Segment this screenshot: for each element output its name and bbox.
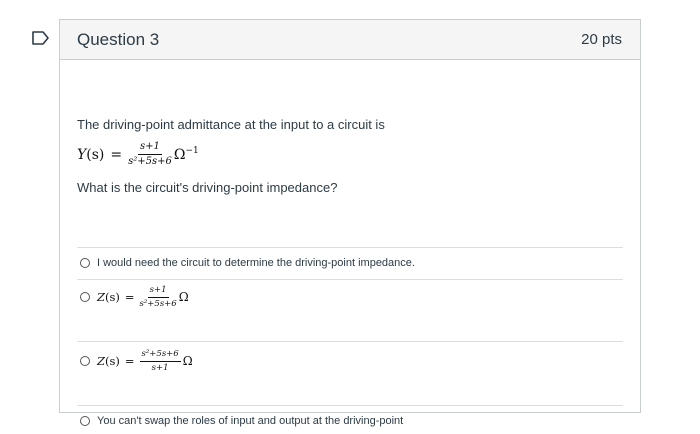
formula-unit-exponent: −1 xyxy=(185,146,199,156)
answer-text: You can't swap the roles of input and ou… xyxy=(97,415,404,427)
answer-option[interactable]: Z(s) = s²+5s+6 s+1 Ω xyxy=(80,350,193,372)
formula-denominator: s²+5s+6 xyxy=(128,156,172,167)
answer-divider xyxy=(77,341,623,342)
question-followup: What is the circuit's driving-point impe… xyxy=(77,180,338,195)
answer-formula-arg: (s) xyxy=(105,290,120,304)
answer-formula-equals: = xyxy=(124,354,135,368)
answer-formula-equals: = xyxy=(124,290,135,304)
answer-formula-lhs: Z(s) xyxy=(97,290,120,304)
answer-formula-var: Z xyxy=(97,290,105,304)
admittance-formula: Y(s) = s+1 s²+5s+6 Ω−1 xyxy=(77,142,199,167)
radio-unchecked-icon[interactable] xyxy=(80,356,90,366)
question-header: Question 3 20 pts xyxy=(60,20,640,60)
formula-equals: = xyxy=(110,146,123,163)
flag-bookmark-icon[interactable] xyxy=(32,31,50,45)
formula-unit: Ω−1 xyxy=(174,146,199,163)
question-title: Question 3 xyxy=(77,29,160,49)
answer-divider xyxy=(77,405,623,406)
answer-option[interactable]: You can't swap the roles of input and ou… xyxy=(80,415,403,427)
question-prompt: The driving-point admittance at the inpu… xyxy=(77,117,385,132)
answer-formula-fraction: s²+5s+6 s+1 xyxy=(139,350,181,373)
answer-text: I would need the circuit to determine th… xyxy=(97,257,415,269)
answer-option[interactable]: Z(s) = s+1 s²+5s+6 Ω xyxy=(80,286,189,308)
answer-formula-var: Z xyxy=(97,354,105,368)
answer-formula-unit: Ω xyxy=(178,290,189,304)
answer-formula-unit: Ω xyxy=(182,354,193,368)
formula-lhs-var: Y xyxy=(77,146,87,163)
formula-fraction: s+1 s²+5s+6 xyxy=(128,142,172,167)
answer-formula-arg: (s) xyxy=(105,354,120,368)
answer-formula-numerator: s²+5s+6 xyxy=(139,350,181,362)
radio-unchecked-icon[interactable] xyxy=(80,416,90,426)
radio-unchecked-icon[interactable] xyxy=(80,258,90,268)
formula-unit-symbol: Ω xyxy=(173,147,186,163)
question-card: Question 3 20 pts The driving-point admi… xyxy=(59,19,641,427)
answer-formula-numerator: s+1 xyxy=(147,286,169,298)
formula-lhs: Y(s) xyxy=(77,147,104,163)
radio-unchecked-icon[interactable] xyxy=(80,292,90,302)
formula-numerator: s+1 xyxy=(138,142,162,155)
answer-divider xyxy=(77,247,623,248)
answer-formula-denominator: s²+5s+6 xyxy=(139,298,177,309)
answer-formula-fraction: s+1 s²+5s+6 xyxy=(140,286,177,308)
formula-lhs-arg: (s) xyxy=(86,146,105,163)
answer-formula-lhs: Z(s) xyxy=(97,354,120,368)
answer-formula-denominator: s+1 xyxy=(151,362,169,373)
question-points: 20 pts xyxy=(581,31,622,48)
answer-divider xyxy=(77,279,623,280)
answer-option[interactable]: I would need the circuit to determine th… xyxy=(80,257,415,269)
